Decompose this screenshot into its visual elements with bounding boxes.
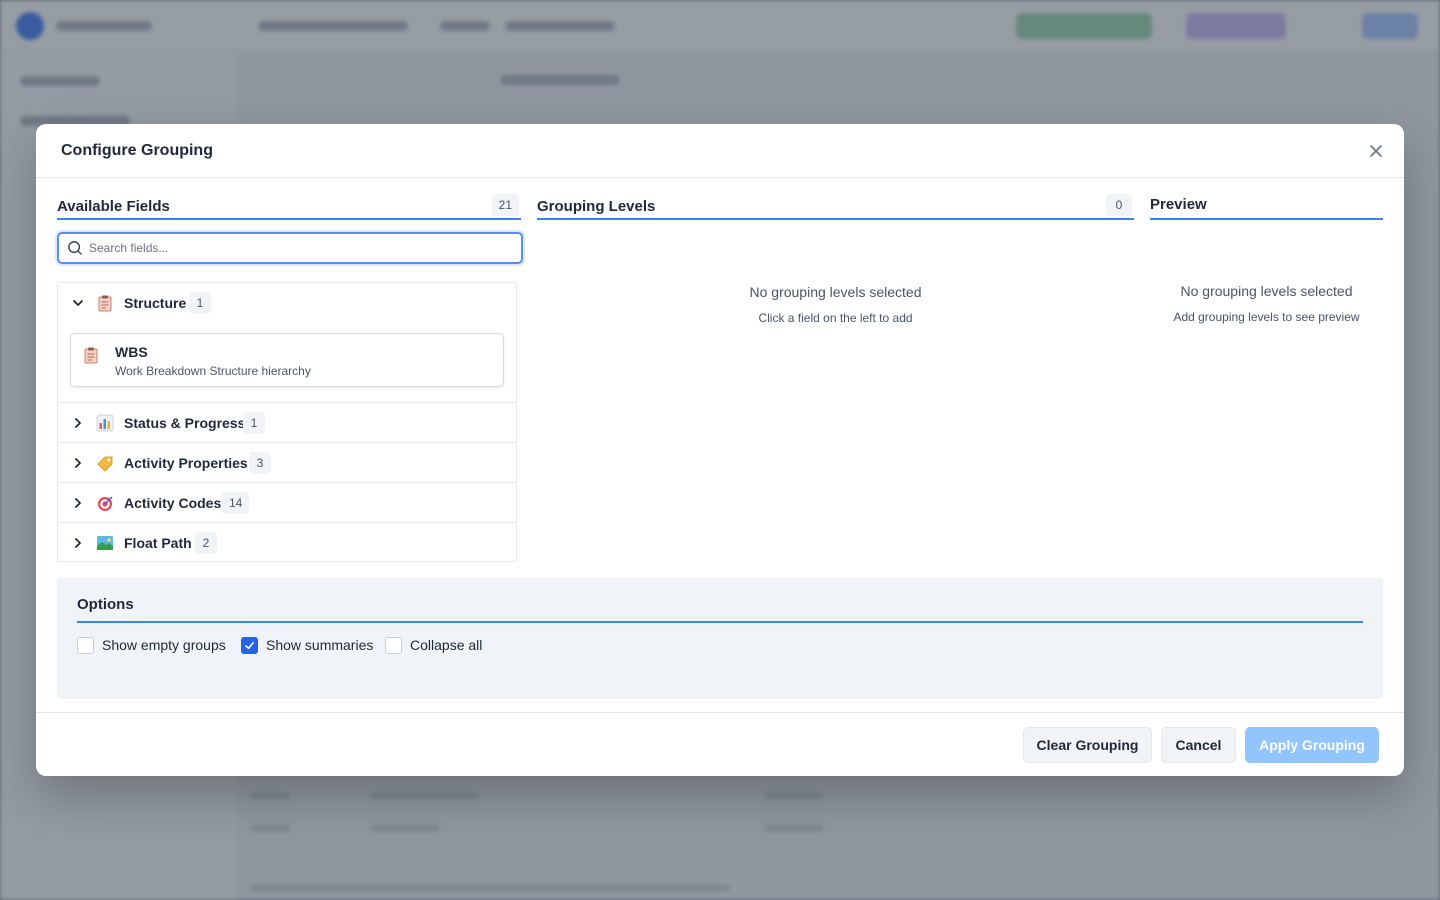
field-name: WBS: [115, 344, 148, 360]
category-label: Activity Properties: [124, 455, 248, 471]
option-show-summaries[interactable]: Show summaries: [241, 636, 373, 654]
checkbox[interactable]: [77, 636, 94, 654]
chevron-right-icon[interactable]: [71, 496, 85, 510]
category-label: Float Path: [124, 535, 192, 551]
dialog-title: Configure Grouping: [61, 142, 213, 159]
cancel-button[interactable]: Cancel: [1161, 727, 1236, 763]
option-show-empty-groups[interactable]: Show empty groups: [77, 636, 226, 654]
target-icon: [98, 496, 113, 511]
category-status-progress[interactable]: Status & Progress 1: [58, 403, 516, 443]
tag-icon: [97, 456, 113, 472]
checkbox-checked[interactable]: [241, 636, 258, 654]
chevron-right-icon[interactable]: [71, 416, 85, 430]
search-field[interactable]: [57, 232, 523, 264]
options-title: Options: [77, 596, 134, 613]
clipboard-icon: [98, 295, 112, 312]
grouping-levels-count: 0: [1106, 194, 1132, 216]
dialog-footer: Clear Grouping Cancel Apply Grouping: [36, 712, 1404, 776]
dialog-header: Configure Grouping: [36, 124, 1404, 178]
preview-empty-title: No grouping levels selected: [1180, 283, 1353, 299]
grouping-levels-header: Grouping Levels 0: [537, 190, 1134, 220]
available-fields-header: Available Fields 21: [57, 190, 521, 220]
category-activity-properties[interactable]: Activity Properties 3: [58, 443, 516, 483]
category-float-path[interactable]: Float Path 2: [58, 523, 516, 563]
options-panel: Options Show empty groups Show summaries…: [57, 578, 1383, 699]
category-count: 3: [249, 452, 271, 474]
checkbox[interactable]: [385, 636, 402, 654]
option-label: Show summaries: [266, 637, 374, 653]
search-input[interactable]: [89, 234, 519, 262]
apply-grouping-button[interactable]: Apply Grouping: [1245, 727, 1379, 763]
bar-chart-icon: [96, 414, 114, 432]
grouping-levels-title: Grouping Levels: [537, 198, 656, 215]
preview-empty-subtitle: Add grouping levels to see preview: [1173, 310, 1360, 324]
option-label: Collapse all: [410, 637, 483, 653]
grouping-empty-title: No grouping levels selected: [749, 284, 922, 300]
field-description: Work Breakdown Structure hierarchy: [115, 364, 311, 378]
category-count: 1: [189, 292, 211, 314]
category-label: Activity Codes: [124, 495, 222, 511]
configure-grouping-dialog: Configure Grouping Available Fields 21 S…: [36, 124, 1404, 776]
field-item-wbs[interactable]: WBS Work Breakdown Structure hierarchy: [70, 333, 504, 387]
search-icon: [68, 241, 82, 255]
landscape-icon: [97, 536, 113, 550]
close-button[interactable]: [1366, 141, 1386, 161]
grouping-empty-subtitle: Click a field on the left to add: [758, 311, 913, 325]
option-label: Show empty groups: [102, 637, 226, 653]
category-count: 1: [243, 412, 265, 434]
category-structure[interactable]: Structure 1 WBS Work Breakdown Structure…: [58, 283, 516, 403]
chevron-down-icon[interactable]: [71, 296, 85, 310]
category-activity-codes[interactable]: Activity Codes 14: [58, 483, 516, 523]
options-header: Options: [77, 590, 1363, 623]
option-collapse-all[interactable]: Collapse all: [385, 636, 482, 654]
clipboard-icon: [84, 347, 98, 364]
chevron-right-icon[interactable]: [71, 536, 85, 550]
check-icon: [245, 641, 254, 649]
chevron-right-icon[interactable]: [71, 456, 85, 470]
category-label: Status & Progress: [124, 415, 246, 431]
field-category-list: Structure 1 WBS Work Breakdown Structure…: [57, 282, 517, 562]
clear-grouping-button[interactable]: Clear Grouping: [1023, 727, 1152, 763]
preview-title: Preview: [1150, 196, 1207, 213]
preview-header: Preview: [1150, 190, 1383, 220]
close-icon: [1370, 145, 1382, 157]
category-count: 14: [222, 492, 250, 514]
available-fields-title: Available Fields: [57, 198, 170, 215]
available-fields-count: 21: [491, 194, 519, 216]
category-count: 2: [195, 532, 217, 554]
category-label: Structure: [124, 295, 187, 311]
